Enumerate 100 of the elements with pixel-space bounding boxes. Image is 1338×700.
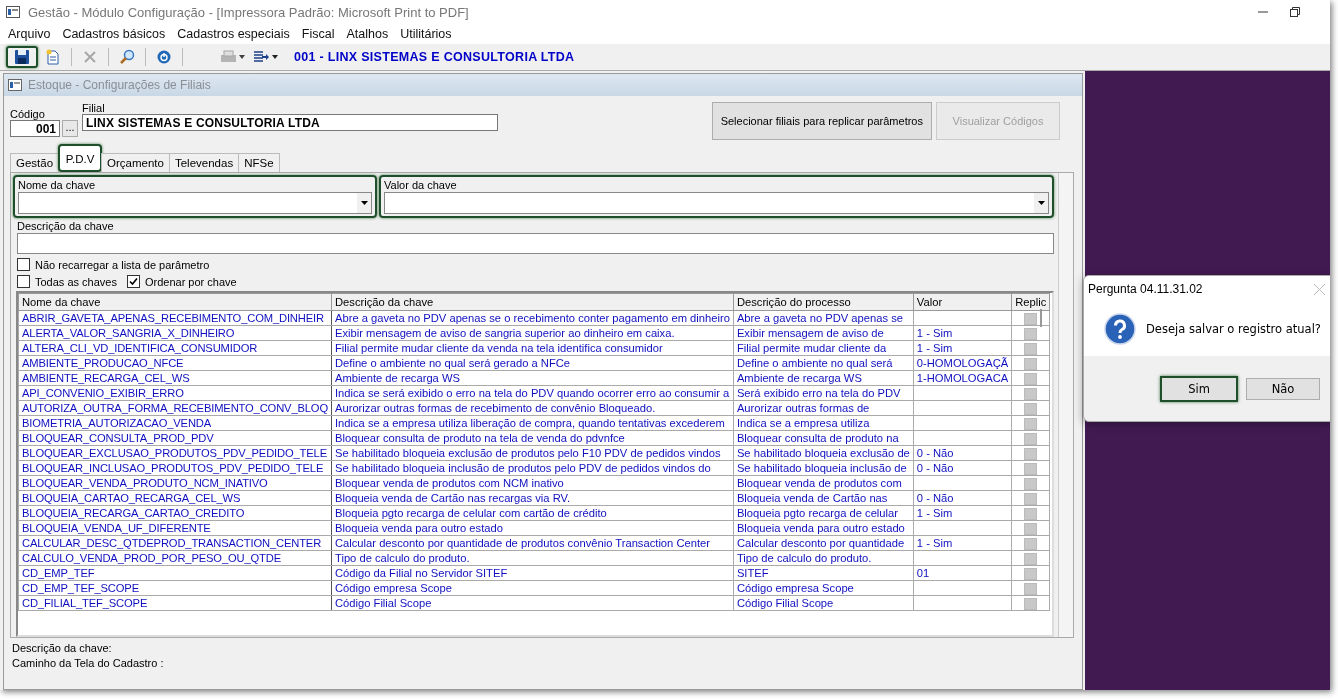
table-cell: Código da Filial no Servidor SITEF xyxy=(331,565,734,581)
company-label: 001 - LINX SISTEMAS E CONSULTORIA LTDA xyxy=(294,50,575,64)
replicate-checkbox[interactable] xyxy=(1024,552,1038,565)
new-document-icon xyxy=(45,49,61,65)
replicate-checkbox[interactable] xyxy=(1024,597,1038,610)
table-cell: AMBIENTE_PRODUCAO_NFCE xyxy=(18,355,332,371)
table-cell: Define o ambiente no qual será xyxy=(733,355,914,371)
field-label: Código xyxy=(10,108,46,120)
description-field[interactable] xyxy=(17,233,1054,254)
table-cell: Bloquear consulta de produto na xyxy=(733,430,914,446)
table-cell: ABRIR_GAVETA_APENAS_RECEBIMENTO_COM_DINHEIR xyxy=(18,310,332,326)
question-icon xyxy=(1104,313,1136,345)
table-cell: BIOMETRIA_AUTORIZACAO_VENDA xyxy=(18,415,332,431)
table-cell: Bloqueia venda de Cartão nas recargas via RV. xyxy=(331,490,734,506)
menu-item[interactable]: Cadastros básicos xyxy=(56,27,172,41)
table-cell: 1 - Sim xyxy=(913,505,1012,521)
table-cell: Bloqueia venda de Cartão nas xyxy=(733,490,914,506)
close-icon[interactable] xyxy=(1314,283,1325,295)
column-header[interactable]: Valor xyxy=(913,293,1012,311)
table-cell: Tipo de calculo do produto. xyxy=(733,550,914,566)
table-cell: Exibir mensagem de aviso de xyxy=(733,325,914,341)
replicate-checkbox[interactable] xyxy=(1024,582,1038,595)
table-cell: Código Filial Scope xyxy=(733,595,914,611)
table-cell: 0 - Não xyxy=(913,490,1012,506)
replicate-checkbox[interactable] xyxy=(1024,417,1038,430)
replicate-checkbox[interactable] xyxy=(1024,447,1038,460)
replicate-checkbox[interactable] xyxy=(1024,567,1038,580)
replicate-checkbox[interactable] xyxy=(1024,372,1038,385)
code-field[interactable]: 001 xyxy=(10,120,60,137)
replicate-checkbox[interactable] xyxy=(1024,402,1038,415)
dropdown-icon[interactable] xyxy=(1037,201,1045,205)
replicate-checkbox[interactable] xyxy=(1024,357,1038,370)
dialog-button[interactable]: Não xyxy=(1246,377,1320,400)
branch-field[interactable]: LINX SISTEMAS E CONSULTORIA LTDA xyxy=(82,114,498,131)
table-cell: 1 - Sim xyxy=(913,340,1012,356)
replicate-checkbox[interactable] xyxy=(1024,492,1038,505)
table-cell: CALCULO_VENDA_PROD_POR_PESO_OU_QTDE xyxy=(18,550,332,566)
table-cell: Bloquear consulta de produto na tela de venda do pdvnfce xyxy=(331,430,734,446)
lookup-button[interactable]: ... xyxy=(62,120,78,137)
menu-item[interactable]: Fiscal xyxy=(295,27,341,41)
table-cell: 1-HOMOLOGACA xyxy=(913,370,1012,386)
replicate-checkbox[interactable] xyxy=(1024,387,1038,400)
table-cell: Se habilitado bloqueia inclusão de xyxy=(733,460,914,476)
column-header[interactable]: Nome da chave xyxy=(18,293,332,311)
save-button[interactable] xyxy=(6,46,38,68)
tab[interactable]: Orçamento xyxy=(101,153,170,172)
replicate-checkbox[interactable] xyxy=(1024,537,1038,550)
table-cell: Bloquear venda de produtos com NCM inativo xyxy=(331,475,734,491)
table-cell: BLOQUEAR_INCLUSAO_PRODUTOS_PDV_PEDIDO_TELE xyxy=(18,460,332,476)
table-cell: BLOQUEAR_VENDA_PRODUTO_NCM_INATIVO xyxy=(18,475,332,491)
replicate-checkbox[interactable] xyxy=(1024,522,1038,535)
column-header[interactable]: Descrição da chave xyxy=(331,293,734,311)
table-cell: Exibir mensagem de aviso de sangria superior ao dinheiro em caixa. xyxy=(331,325,734,341)
checkbox[interactable]: Ordenar por chave xyxy=(126,275,237,288)
table-cell: Filial permite mudar cliente da xyxy=(733,340,914,356)
checkbox[interactable]: Não recarregar a lista de parâmetro xyxy=(17,258,210,271)
table-cell: Se habilitado bloqueia exclusão de produtos pelo F10 PDV de pedidos vindos xyxy=(331,445,734,461)
restore-icon[interactable] xyxy=(1290,7,1300,17)
action-button[interactable]: Selecionar filiais para replicar parâmetros xyxy=(711,102,932,140)
replicate-checkbox[interactable] xyxy=(1024,507,1038,520)
table-cell: CD_EMP_TEF_SCOPE xyxy=(18,580,332,596)
replicate-checkbox[interactable] xyxy=(1024,342,1038,355)
replicate-checkbox[interactable] xyxy=(1024,462,1038,475)
column-header[interactable]: Replic xyxy=(1011,293,1050,311)
replicate-checkbox[interactable] xyxy=(1024,477,1038,490)
menu-item[interactable]: Arquivo xyxy=(2,27,57,41)
table-cell: Calcular desconto por quantidade de produtos convênio Transaction Center xyxy=(331,535,734,551)
scroll-thumb[interactable] xyxy=(1040,309,1042,327)
table-cell: Código empresa Scope xyxy=(733,580,914,596)
checkbox[interactable]: Todas as chaves xyxy=(17,275,117,288)
replicate-checkbox[interactable] xyxy=(1024,432,1038,445)
scrollbar[interactable] xyxy=(1058,173,1073,637)
column-header[interactable]: Descrição do processo xyxy=(733,293,914,311)
table-cell: BLOQUEIA_RECARGA_CARTAO_CREDITO xyxy=(18,505,332,521)
table-cell: BLOQUEIA_CARTAO_RECARGA_CEL_WS xyxy=(18,490,332,506)
menu-item[interactable]: Atalhos xyxy=(340,27,395,41)
table-cell: Código Filial Scope xyxy=(331,595,734,611)
table-cell: BLOQUEIA_VENDA_UF_DIFERENTE xyxy=(18,520,332,536)
menu-item[interactable]: Utilitários xyxy=(394,27,458,41)
table-cell: Tipo de calculo do produto. xyxy=(331,550,734,566)
close-icon xyxy=(82,49,98,65)
form-title: Estoque - Configurações de Filiais xyxy=(28,78,211,92)
table-cell: Indica se a empresa utiliza liberação de compra, quando tentativas excederem xyxy=(331,415,734,431)
dropdown-icon[interactable] xyxy=(360,201,368,205)
dialog-button[interactable]: Sim xyxy=(1160,375,1238,402)
tab[interactable]: Gestão xyxy=(10,153,60,172)
tab[interactable]: P.D.V xyxy=(58,144,103,172)
table-cell: BLOQUEAR_CONSULTA_PROD_PDV xyxy=(18,430,332,446)
table-cell: ALERTA_VALOR_SANGRIA_X_DINHEIRO xyxy=(18,325,332,341)
table-cell: Bloqueia venda para outro estado xyxy=(331,520,734,536)
tab[interactable]: NFSe xyxy=(238,153,280,172)
replicate-checkbox[interactable] xyxy=(1024,327,1038,340)
table-cell: Se habilitado bloqueia exclusão de xyxy=(733,445,914,461)
replicate-checkbox[interactable] xyxy=(1024,312,1038,325)
field-label: Nome da chave xyxy=(18,179,97,191)
printer-icon xyxy=(220,49,246,65)
table-cell: CD_FILIAL_TEF_SCOPE xyxy=(18,595,332,611)
table-cell: Aurorizar outras formas de xyxy=(733,400,914,416)
table-cell: Bloquear venda de produtos com xyxy=(733,475,914,491)
menu-item[interactable]: Cadastros especiais xyxy=(171,27,296,41)
